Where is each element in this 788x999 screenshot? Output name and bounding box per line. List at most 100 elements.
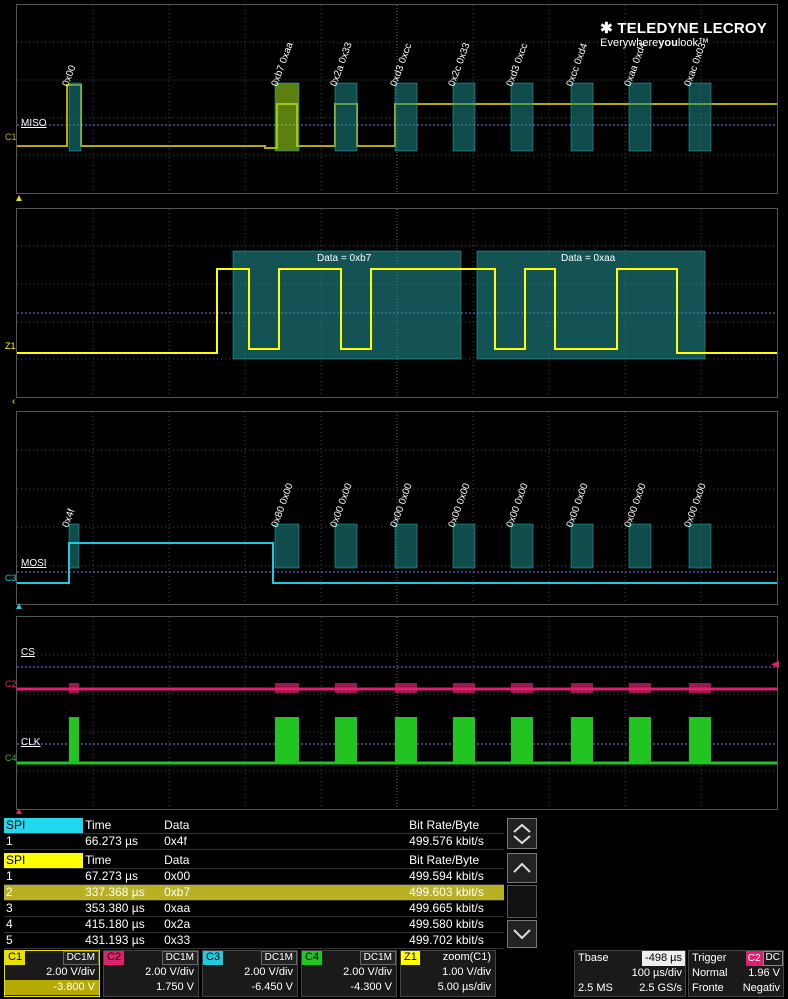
timebase-descriptor[interactable]: Tbase -498 µs 100 µs/div 2.5 MS 2.5 GS/s <box>574 950 686 997</box>
coupling-badge: DC1M <box>161 951 198 965</box>
decode-table-miso[interactable]: SPI Time Data Bit Rate/Byte 1 67.273 µs 0x… <box>4 853 504 949</box>
channel-marker: C2 <box>5 679 17 689</box>
table-header: SPI Time Data Bit Rate/Byte <box>4 853 504 869</box>
scroll-double-button[interactable] <box>507 818 537 849</box>
chevron-updown-icon <box>513 823 531 844</box>
vdiv-value: 2.00 V/div <box>343 966 392 978</box>
table-header-cell: Data <box>164 853 190 867</box>
offset-value: -4.300 V <box>350 981 392 993</box>
vdiv-value: 2.00 V/div <box>244 966 293 978</box>
table-cell: 5 <box>6 933 13 947</box>
descriptor-c4[interactable]: C4 DC1M 2.00 V/div -4.300 V <box>301 950 397 997</box>
grid-zoom[interactable]: Z1 Data = 0xb7 Data = 0xaa <box>5 208 778 398</box>
channel-tag: C4 <box>302 951 323 965</box>
timebase-tdiv: 100 µs/div <box>631 967 682 979</box>
grid-cs-clk[interactable]: C2 CS C4 CLK ◀ <box>5 616 779 810</box>
tdiv-value: 5.00 µs/div <box>437 981 491 993</box>
scroll-down-button[interactable] <box>507 920 537 948</box>
table-cell: 0xaa <box>164 901 191 915</box>
trigger-descriptor[interactable]: Trigger C2 DC Normal 1.96 V Fronte Negat… <box>688 950 784 997</box>
channel-tag: Z1 <box>401 951 420 965</box>
table-cell: 431.193 µs <box>85 933 145 947</box>
table-cell: 499.580 kbit/s <box>409 917 484 931</box>
table-cell: 499.576 kbit/s <box>409 834 484 848</box>
vdiv-value: 2.00 V/div <box>145 966 194 978</box>
table-cell: 0x2a <box>164 917 191 931</box>
table-cell: 499.702 kbit/s <box>409 933 484 947</box>
descriptor-c1[interactable]: C1 DC1M 2.00 V/div -3.800 V <box>4 950 100 997</box>
table-row[interactable]: 4 415.180 µs 0x2a 499.580 kbit/s <box>4 917 504 933</box>
chevron-up-icon <box>513 862 531 873</box>
table-row[interactable]: 1 66.273 µs 0x4f 499.576 kbit/s <box>4 834 504 850</box>
trace-label: MISO <box>21 118 47 129</box>
coupling-badge: DC1M <box>359 951 396 965</box>
table-header-cell: Bit Rate/Byte <box>409 853 480 867</box>
grid-lines <box>17 617 777 809</box>
offset-value: -3.800 V <box>5 980 99 995</box>
chevron-down-icon <box>513 929 531 940</box>
descriptor-c2[interactable]: C2 DC1M 2.00 V/div 1.750 V <box>103 950 199 997</box>
grid-mosi[interactable]: C3 MOSI 0x4f 0x80 0x00 0x00 0x00 0x00 0x… <box>5 411 778 605</box>
byte-label: Data = 0xb7 <box>317 253 372 264</box>
trigger-position-icon: ▲ <box>14 193 24 204</box>
table-cell: 67.273 µs <box>85 869 139 883</box>
table-header-cell: Data <box>164 818 190 832</box>
table-cell: 337.368 µs <box>85 885 145 899</box>
trigger-slope: Negativ <box>742 982 780 994</box>
table-header-cell: SPI <box>4 853 84 868</box>
table-cell: 353.380 µs <box>85 901 145 915</box>
offset-value: 1.750 V <box>156 981 194 993</box>
offset-value: -6.450 V <box>251 981 293 993</box>
table-row[interactable]: 3 353.380 µs 0xaa 499.665 kbit/s <box>4 901 504 917</box>
trigger-position-icon: ▲ <box>14 806 24 817</box>
timebase-samples: 2.5 MS <box>578 982 613 994</box>
table-header-cell: Time <box>85 818 112 832</box>
table-header: SPI Time Data Bit Rate/Byte <box>4 818 504 834</box>
teledyne-lecroy-logo: ✱ TELEDYNE LECROY Everywhereyoulook™ <box>600 20 767 49</box>
grid-miso[interactable]: C1 MISO 0x00 0xb7 0xaa 0x2a 0x33 0xd3 0x… <box>5 4 778 194</box>
timebase-label: Tbase <box>578 952 609 964</box>
scroll-up-button[interactable] <box>507 853 537 883</box>
trigger-mode: Normal <box>692 967 728 979</box>
table-header-cell: Time <box>85 853 112 867</box>
timebase-delay: -498 µs <box>642 951 685 966</box>
vdiv-value: 1.00 V/div <box>442 966 491 978</box>
table-cell: 2 <box>6 885 13 899</box>
table-cell: 4 <box>6 917 13 931</box>
coupling-badge: DC1M <box>260 951 297 965</box>
descriptor-c3[interactable]: C3 DC1M 2.00 V/div -6.450 V <box>202 950 298 997</box>
trace-label: MOSI <box>21 558 47 569</box>
descriptor-z1[interactable]: Z1 zoom(C1) 1.00 V/div 5.00 µs/div <box>400 950 496 997</box>
table-cell: 499.594 kbit/s <box>409 869 484 883</box>
table-cell: 0xb7 <box>164 885 191 899</box>
table-cell: 499.603 kbit/s <box>409 885 484 899</box>
channel-marker: C4 <box>5 753 17 763</box>
scrollbar-track[interactable] <box>507 885 537 918</box>
trigger-edge: Fronte <box>692 982 724 994</box>
table-cell: 0x33 <box>164 933 191 947</box>
trace-label: CLK <box>21 737 41 748</box>
decode-table-mosi[interactable]: SPI Time Data Bit Rate/Byte 1 66.273 µs … <box>4 818 504 850</box>
channel-tag: C1 <box>5 951 26 965</box>
zoom-source: zoom(C1) <box>442 951 491 963</box>
table-cell: 66.273 µs <box>85 834 139 848</box>
channel-tag: C2 <box>104 951 125 965</box>
channel-tag: C3 <box>203 951 224 965</box>
table-cell: 499.665 kbit/s <box>409 901 484 915</box>
table-cell: 415.180 µs <box>85 917 145 931</box>
trigger-level-icon: ◀ <box>771 659 779 670</box>
table-row[interactable]: 1 67.273 µs 0x00 499.594 kbit/s <box>4 869 504 885</box>
table-cell: 0x00 <box>164 869 191 883</box>
table-cell: 3 <box>6 901 13 915</box>
table-row-selected[interactable]: 2 337.368 µs 0xb7 499.603 kbit/s <box>4 885 504 901</box>
vdiv-value: 2.00 V/div <box>46 966 95 978</box>
trigger-label: Trigger <box>692 952 727 964</box>
table-cell: 0x4f <box>164 834 187 848</box>
grid-lines <box>17 209 777 397</box>
table-row[interactable]: 5 431.193 µs 0x33 499.702 kbit/s <box>4 933 504 949</box>
channel-marker: Z1 <box>5 341 16 351</box>
trigger-source: C2 <box>745 951 763 966</box>
trigger-coupling: DC <box>762 951 783 966</box>
trace-label: CS <box>21 647 35 658</box>
trigger-position-icon: ▲ <box>14 601 24 612</box>
